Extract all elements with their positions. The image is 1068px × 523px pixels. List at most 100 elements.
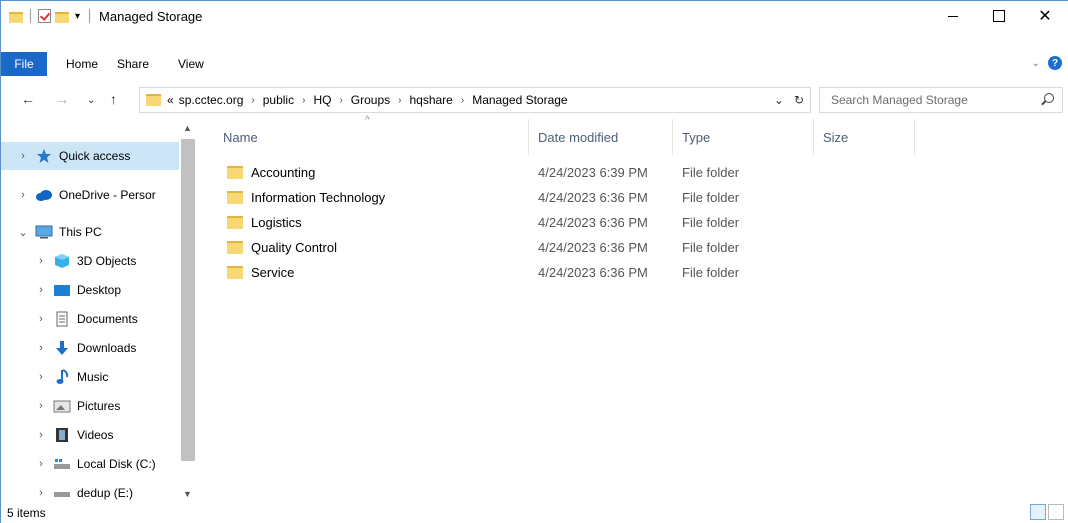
view-buttons [1030, 504, 1064, 520]
expand-icon[interactable]: › [33, 400, 49, 412]
column-header-size[interactable]: Size [815, 119, 915, 155]
search-icon [1044, 93, 1054, 103]
nav-item-videos[interactable]: › Videos [1, 421, 179, 449]
nav-item-downloads[interactable]: › Downloads [1, 334, 179, 362]
scroll-up-icon[interactable]: ▲ [183, 123, 192, 133]
large-icons-view-icon[interactable] [1048, 504, 1064, 520]
disk-icon [53, 485, 71, 501]
expand-icon[interactable]: › [33, 429, 49, 441]
file-name: Information Technology [251, 190, 386, 205]
breadcrumb-item[interactable]: public [263, 93, 294, 107]
scroll-down-icon[interactable]: ▼ [183, 489, 192, 499]
navigation-pane: › Quick access › OneDrive - Persor ⌄ Thi… [1, 119, 199, 506]
up-arrow-icon[interactable]: ↑ [110, 91, 117, 107]
nav-item-label: 3D Objects [77, 254, 137, 268]
file-row[interactable]: Service 4/24/2023 6:36 PM File folder [221, 260, 739, 285]
recent-locations-icon[interactable]: ⌄ [87, 95, 95, 106]
address-bar[interactable]: « sp.cctec.org › public › HQ › Groups › … [139, 87, 811, 113]
back-arrow-icon[interactable]: ← [21, 91, 35, 107]
folder-icon [227, 266, 243, 279]
nav-item-music[interactable]: › Music [1, 363, 179, 391]
address-history-icon[interactable]: ⌄ [774, 93, 784, 107]
file-name: Quality Control [251, 240, 337, 255]
column-header-type[interactable]: Type [674, 119, 814, 155]
expand-icon[interactable]: › [15, 150, 31, 162]
breadcrumb-item[interactable]: Groups [351, 93, 390, 107]
expand-icon[interactable]: › [33, 342, 49, 354]
customize-toolbar-dropdown-icon[interactable]: ▾ [75, 11, 80, 22]
file-row[interactable]: Quality Control 4/24/2023 6:36 PM File f… [221, 235, 739, 260]
expand-icon[interactable]: › [33, 255, 49, 267]
properties-icon[interactable] [38, 9, 51, 23]
expand-icon[interactable]: › [33, 284, 49, 296]
file-row[interactable]: Accounting 4/24/2023 6:39 PM File folder [221, 160, 739, 185]
column-header-date-modified[interactable]: Date modified [530, 119, 673, 155]
file-row[interactable]: Logistics 4/24/2023 6:36 PM File folder [221, 210, 739, 235]
window-controls: ✕ [930, 1, 1068, 31]
search-input[interactable]: Search Managed Storage [819, 87, 1063, 113]
videos-icon [53, 427, 71, 443]
nav-item-pictures[interactable]: › Pictures [1, 392, 179, 420]
expand-icon[interactable]: › [33, 313, 49, 325]
download-icon [53, 340, 71, 356]
breadcrumb-item[interactable]: hqshare [409, 93, 452, 107]
expand-icon[interactable]: › [33, 458, 49, 470]
nav-item-label: Local Disk (C:) [77, 457, 156, 471]
nav-item-onedrive[interactable]: › OneDrive - Persor [1, 181, 179, 209]
nav-item-this-pc[interactable]: ⌄ This PC [1, 218, 179, 246]
breadcrumb-item[interactable]: HQ [313, 93, 331, 107]
file-type: File folder [682, 240, 740, 255]
folder-icon [227, 216, 243, 229]
refresh-icon[interactable]: ↻ [794, 93, 804, 107]
chevron-right-icon[interactable]: › [251, 95, 254, 106]
forward-arrow-icon[interactable]: → [55, 91, 69, 107]
close-button[interactable]: ✕ [1022, 1, 1068, 31]
address-tools: ⌄ ↻ [774, 93, 804, 107]
nav-item-local-disk-c[interactable]: › Local Disk (C:) [1, 450, 179, 478]
folder-icon [227, 191, 243, 204]
nav-item-label: OneDrive - Persor [59, 188, 156, 202]
column-header-name[interactable]: Name [215, 119, 529, 155]
details-view-icon[interactable] [1030, 504, 1046, 520]
tab-file[interactable]: File [1, 52, 47, 76]
tab-view[interactable]: View [178, 52, 228, 76]
pc-icon [35, 224, 53, 240]
documents-icon [53, 311, 71, 327]
breadcrumb-item[interactable]: sp.cctec.org [179, 93, 244, 107]
file-date: 4/24/2023 6:36 PM [538, 215, 648, 230]
chevron-right-icon[interactable]: › [339, 95, 342, 106]
status-item-count: 5 items [7, 506, 46, 520]
file-row[interactable]: Information Technology 4/24/2023 6:36 PM… [221, 185, 739, 210]
nav-item-dedup-e[interactable]: › dedup (E:) [1, 479, 179, 506]
new-folder-icon[interactable] [55, 11, 69, 23]
breadcrumb-overflow[interactable]: « [167, 93, 174, 107]
cloud-icon [35, 187, 53, 203]
chevron-right-icon[interactable]: › [302, 95, 305, 106]
breadcrumb-item[interactable]: Managed Storage [472, 93, 567, 107]
expand-icon[interactable]: › [33, 371, 49, 383]
tab-home[interactable]: Home [47, 52, 117, 76]
nav-item-documents[interactable]: › Documents [1, 305, 179, 333]
tab-share[interactable]: Share [117, 52, 178, 76]
nav-item-quick-access[interactable]: › Quick access [1, 142, 179, 170]
nav-item-3d-objects[interactable]: › 3D Objects [1, 247, 179, 275]
expand-icon[interactable]: › [33, 487, 49, 499]
folder-icon [227, 241, 243, 254]
scrollbar-thumb[interactable] [181, 139, 195, 461]
file-date: 4/24/2023 6:36 PM [538, 190, 648, 205]
disk-icon [53, 456, 71, 472]
nav-scrollbar[interactable]: ▲ ▼ [179, 119, 197, 506]
help-icon[interactable]: ? [1048, 56, 1062, 70]
expand-ribbon-icon[interactable]: ⌄ [1032, 58, 1040, 69]
file-type: File folder [682, 190, 740, 205]
nav-item-label: Pictures [77, 399, 121, 413]
chevron-right-icon[interactable]: › [398, 95, 401, 106]
chevron-right-icon[interactable]: › [461, 95, 464, 106]
expand-icon[interactable]: ⌄ [15, 226, 31, 239]
nav-item-desktop[interactable]: › Desktop [1, 276, 179, 304]
window-title: Managed Storage [99, 8, 203, 24]
minimize-button[interactable] [930, 1, 976, 31]
maximize-button[interactable] [976, 1, 1022, 31]
expand-icon[interactable]: › [15, 189, 31, 201]
separator [30, 9, 31, 23]
